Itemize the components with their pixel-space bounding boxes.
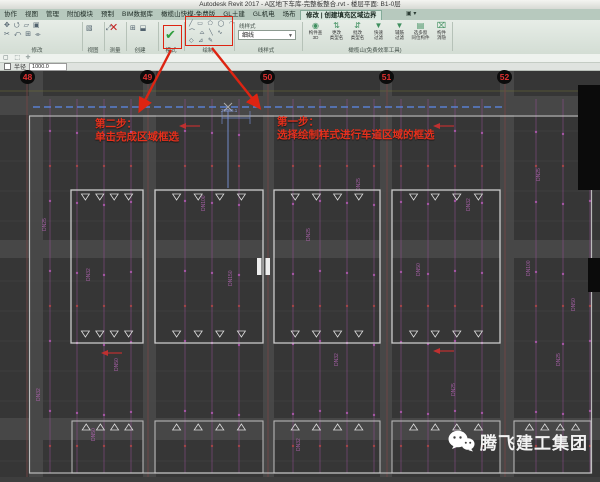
svg-text:DN32: DN32 [466,198,472,211]
watermark-text: 腾飞建工集团 [480,429,588,454]
wechat-icon [448,430,475,453]
svg-text:DN25: DN25 [42,218,48,231]
temporary-dimension: 20086.1 [221,108,237,113]
panel-label-line-style: 线样式 [258,46,275,54]
annotation-step2-body: 单击完成区域框选 [95,131,179,144]
svg-text:DN25: DN25 [556,353,562,366]
olive-tool-button[interactable]: ⇵ 批改 类型名 [348,21,367,40]
olive-tool-button[interactable]: ▤ 选多窗 同位构件 [411,21,430,40]
olive-tool-button[interactable]: ⌧ 构件 消隐 [432,21,451,40]
panel-divider [302,22,303,51]
panel-label-modify: 修改 [31,46,42,54]
options-bar: 半径 1000.0 [0,63,600,71]
line-style-value: 细线 [242,33,254,39]
cancel-sketch-icon[interactable]: ✕ [109,21,118,34]
svg-text:DN32: DN32 [36,388,42,401]
ribbon: ✥ ⭯ ▱ ▣ ✂ ⤺ ⊞ ⌯ ▧ ⤢ ⊞ ⬓ ✕ ✔ ╱ ▭ ⬠ ◯ ◠ ⌒ … [0,20,600,55]
grid-bubble: 50 [260,70,275,84]
create-tools-icons[interactable]: ⊞ ⬓ [130,24,147,33]
svg-text:DN100: DN100 [526,260,532,276]
annotation-step1-title: 第一步： [277,116,435,129]
panel-label-create: 创建 [134,46,145,54]
radius-checkbox[interactable] [4,63,11,70]
ribbon-tab[interactable]: BIM数据库 [118,9,157,20]
drawing-area[interactable]: DN25 DN32 DN50 DN100 DN150 DN25 DN32 DN50 DN25 DN… [0,71,600,477]
chevron-down-icon: ▼ [288,31,293,41]
annotation-step2-title: 第二步： [95,118,179,131]
olive-tool-icon: ⌧ [437,21,446,30]
panel-label-measure: 测量 [109,46,120,54]
olive-tool-icon: ⇅ [333,21,340,30]
olive-tool-icon: ◉ [312,21,319,30]
olive-tool-icon: ▼ [396,21,404,30]
olive-tool-button[interactable]: ◉ 构件查3D [306,21,325,40]
olive-tool-icon: ▼ [375,21,383,30]
svg-text:DN25: DN25 [306,228,312,241]
grid-bubble: 48 [20,70,35,84]
olive-tool-button[interactable]: ▼ 辅筋 过滤 [390,21,409,40]
ribbon-tab[interactable]: 协作 [0,9,21,20]
panel-label-view: 视图 [87,46,98,54]
panel-divider [452,22,453,51]
tab-overflow-menu[interactable]: ▣ ▾ [400,9,422,20]
svg-text:DN25: DN25 [356,178,362,191]
modify-tools-icons[interactable]: ✥ ⭯ ▱ ▣ ✂ ⤺ ⊞ ⌯ [4,21,42,39]
ribbon-tab[interactable]: 附加模块 [63,9,97,20]
view-tool-icon[interactable]: ▧ [86,24,94,33]
ribbon-tab-active[interactable]: 修改 | 创建填充区域边界 [300,10,382,20]
line-style-mini-label: 线样式 [239,22,256,30]
panel-label-draw: 绘制 [202,46,213,54]
olive-tool-icon: ▤ [417,21,425,30]
ribbon-tab[interactable]: 视图 [21,9,42,20]
svg-text:DN32: DN32 [86,268,92,281]
highlight-box-finish [163,25,182,49]
mini-toolbar-icons[interactable]: ▢ ⬚ ✛ [3,55,33,61]
svg-text:DN25: DN25 [536,168,542,181]
panel-divider [126,22,127,51]
svg-text:DN50: DN50 [114,358,120,371]
annotation-step2: 第二步： 单击完成区域框选 [95,118,179,144]
panel-label-olive: 橄榄山(免费效率工具) [348,46,401,54]
annotation-step1-body: 选择绘制样式进行车道区域的框选 [277,129,435,142]
annotation-step1: 第一步： 选择绘制样式进行车道区域的框选 [277,116,435,142]
svg-text:DN32: DN32 [334,353,340,366]
quick-view-toolbar: ▢ ⬚ ✛ [0,54,600,63]
olive-tool-icon: ⇵ [354,21,361,30]
grid-bubble: 51 [379,70,394,84]
olive-tools-panel: ◉ 构件查3D ⇅ 更改 类型名 ⇵ 批改 类型名 ▼ 快速 过滤 ▼ 辅筋 过… [306,21,451,40]
svg-text:DN50: DN50 [416,263,422,276]
ribbon-tab[interactable]: 管理 [42,9,63,20]
line-style-dropdown[interactable]: 细线 ▼ [238,30,296,40]
olive-tool-button[interactable]: ⇅ 更改 类型名 [327,21,346,40]
ribbon-tab[interactable]: GL机电 [249,9,279,20]
svg-text:DN50: DN50 [571,298,577,311]
svg-text:DN25: DN25 [451,383,457,396]
grid-bubble: 49 [140,70,155,84]
svg-text:DN150: DN150 [228,270,234,286]
radius-input[interactable]: 1000.0 [29,63,67,71]
panel-divider [234,22,235,51]
watermark: 腾飞建工集团 [448,429,588,454]
panel-divider [82,22,83,51]
highlight-box-draw [185,16,233,46]
svg-text:DN100: DN100 [201,195,207,211]
olive-tool-button[interactable]: ▼ 快速 过滤 [369,21,388,40]
svg-text:DN32: DN32 [296,438,302,451]
ribbon-tab[interactable]: 预制 [97,9,118,20]
panel-divider [104,22,105,51]
ribbon-tab[interactable]: 场布 [279,9,300,20]
grid-bubble: 52 [497,70,512,84]
panel-divider [158,22,159,51]
